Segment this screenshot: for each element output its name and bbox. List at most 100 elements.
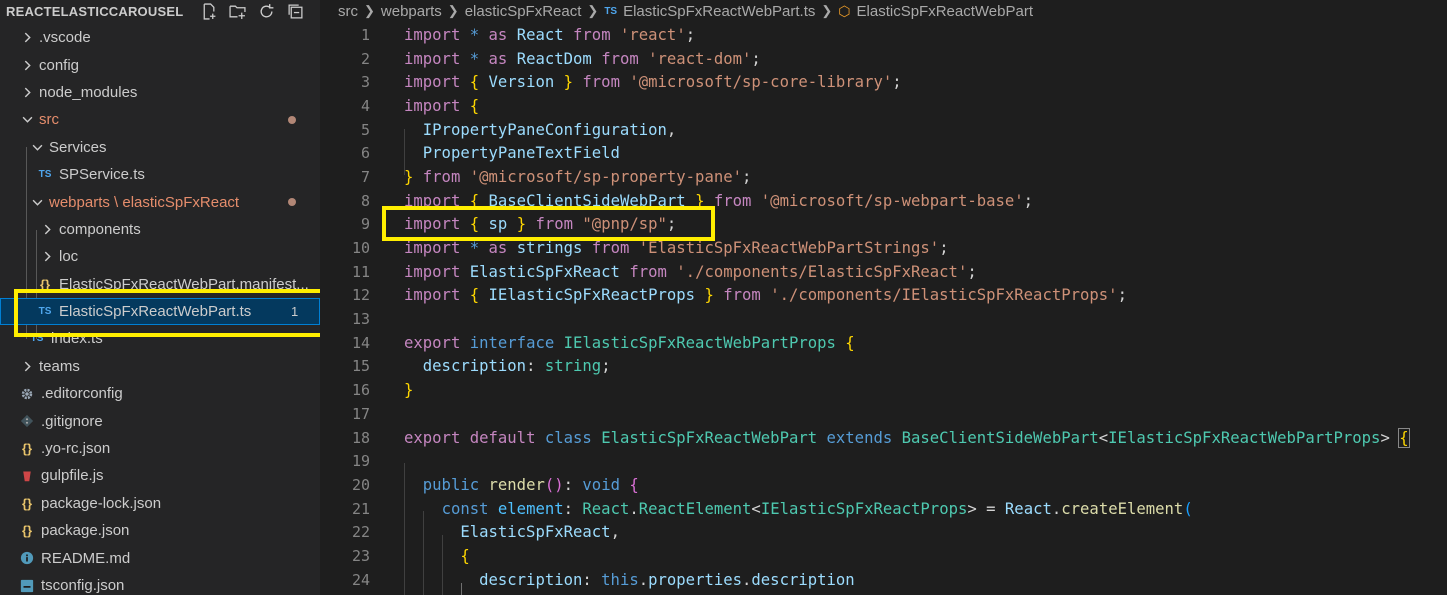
code-text: ElasticSpFxReact,: [460, 523, 620, 542]
tree-item-readme[interactable]: README.md: [0, 544, 320, 571]
tree-item-yo-rc[interactable]: {} .yo-rc.json: [0, 435, 320, 462]
tree-item-label: README.md: [41, 549, 131, 567]
typescript-file-icon: TS: [604, 5, 618, 17]
code-line: 12 import { IElasticSpFxReactProps } fro…: [320, 284, 1447, 308]
tree-item-teams[interactable]: teams: [0, 353, 320, 380]
tree-item-tsconfig[interactable]: tsconfig.json: [0, 572, 320, 595]
tree-item-components[interactable]: components: [0, 216, 320, 243]
code-text: import { sp } from "@pnp/sp";: [404, 215, 677, 234]
tree-item-webparts[interactable]: webparts \ elasticSpFxReact: [0, 188, 320, 215]
tree-item-gulpfile[interactable]: gulpfile.js: [0, 462, 320, 489]
chevron-right-icon: [20, 60, 34, 71]
breadcrumb-class[interactable]: ElasticSpFxReactWebPart: [857, 3, 1033, 20]
tree-item-webpart-ts[interactable]: TS ElasticSpFxReactWebPart.ts 1: [0, 297, 320, 326]
tree-item-vscode[interactable]: .vscode: [0, 24, 320, 51]
code-text: description: this.properties.description: [479, 570, 855, 589]
line-number: 15: [351, 357, 370, 376]
tree-item-label: ElasticSpFxReactWebPart.manifest...: [59, 275, 309, 293]
code-line: 4 import {: [320, 94, 1447, 118]
tree-item-package-json[interactable]: {} package.json: [0, 517, 320, 544]
new-folder-icon[interactable]: [227, 1, 247, 21]
code-editor: src ❯ webparts ❯ elasticSpFxReact ❯ TS E…: [320, 0, 1447, 595]
code-line: 8 import { BaseClientSideWebPart } from …: [320, 189, 1447, 213]
code-line: 19: [320, 449, 1447, 473]
json-file-icon: {}: [39, 276, 51, 292]
tree-item-config[interactable]: config: [0, 51, 320, 78]
line-number: 13: [351, 310, 370, 329]
code-area[interactable]: 1 import * as React from 'react'; 2 impo…: [320, 23, 1447, 595]
code-text: }: [404, 381, 414, 400]
line-number: 11: [351, 262, 370, 281]
breadcrumb-src[interactable]: src: [338, 3, 358, 20]
code-line: 24 description: this.properties.descript…: [320, 568, 1447, 592]
line-number: 23: [351, 546, 370, 565]
tree-item-label: src: [39, 111, 59, 129]
new-file-icon[interactable]: [198, 1, 218, 21]
code-line: 9 import { sp } from "@pnp/sp";: [320, 213, 1447, 237]
breadcrumb-file[interactable]: ElasticSpFxReactWebPart.ts: [623, 3, 815, 20]
line-number: 20: [351, 475, 370, 494]
tsconfig-icon: [18, 579, 36, 593]
tree-item-loc[interactable]: loc: [0, 243, 320, 270]
code-text: } from '@microsoft/sp-property-pane';: [404, 167, 752, 186]
tree-item-node-modules[interactable]: node_modules: [0, 79, 320, 106]
breadcrumb: src ❯ webparts ❯ elasticSpFxReact ❯ TS E…: [320, 0, 1447, 22]
gulp-icon: [18, 468, 36, 484]
collapse-all-icon[interactable]: [285, 1, 305, 21]
code-line: 5 IPropertyPaneConfiguration,: [320, 118, 1447, 142]
tree-item-gitignore[interactable]: .gitignore: [0, 407, 320, 434]
code-line: 20 public render(): void {: [320, 473, 1447, 497]
tree-item-label: tsconfig.json: [41, 577, 125, 594]
tree-item-index-ts[interactable]: TS index.ts: [0, 325, 320, 352]
explorer-actions: [198, 1, 305, 21]
tree-item-manifest[interactable]: {} ElasticSpFxReactWebPart.manifest...: [0, 271, 320, 298]
chevron-right-icon: ❯: [821, 3, 833, 18]
code-text: import * as ReactDom from 'react-dom';: [404, 49, 761, 68]
tree-item-label: package-lock.json: [41, 494, 162, 512]
gear-icon: [18, 387, 36, 401]
code-text: IPropertyPaneConfiguration,: [422, 120, 677, 139]
tree-item-label: SPService.ts: [59, 166, 145, 184]
line-number: 16: [351, 381, 370, 400]
line-number: 3: [360, 73, 370, 92]
code-text: import {: [404, 96, 480, 115]
code-text: PropertyPaneTextField: [422, 144, 620, 163]
tree-item-spservice[interactable]: TS SPService.ts: [0, 161, 320, 188]
code-text: import ElasticSpFxReact from './componen…: [404, 262, 977, 281]
explorer-title: REACTELASTICCAROUSEL: [6, 3, 184, 19]
tree-item-label: components: [59, 220, 141, 238]
line-number: 8: [360, 191, 370, 210]
code-text: description: string;: [422, 357, 611, 376]
tree-item-services[interactable]: Services: [0, 134, 320, 161]
chevron-right-icon: ❯: [587, 3, 599, 18]
tree-item-label: .vscode: [39, 29, 91, 47]
code-line: 18 export default class ElasticSpFxReact…: [320, 426, 1447, 450]
tree-item-label: ElasticSpFxReactWebPart.ts: [59, 303, 252, 321]
breadcrumb-elasticspfxreact[interactable]: elasticSpFxReact: [465, 3, 582, 20]
code-text: import { Version } from '@microsoft/sp-c…: [404, 73, 902, 92]
chevron-right-icon: ❯: [447, 3, 459, 18]
breadcrumb-webparts[interactable]: webparts: [381, 3, 442, 20]
tree-item-package-lock[interactable]: {} package-lock.json: [0, 490, 320, 517]
chevron-right-icon: [20, 361, 34, 372]
tree-item-src[interactable]: src: [0, 106, 320, 133]
json-file-icon: {}: [21, 441, 33, 457]
class-symbol-icon: ⬡: [838, 2, 851, 19]
tree-item-label: .yo-rc.json: [41, 440, 111, 458]
code-line: 17: [320, 402, 1447, 426]
code-text: import { BaseClientSideWebPart } from '@…: [404, 191, 1034, 210]
code-line: 15 description: string;: [320, 355, 1447, 379]
problem-count-badge: 1: [291, 303, 299, 319]
chevron-down-icon: [20, 114, 34, 125]
code-line: 21 const element: React.ReactElement<IEl…: [320, 497, 1447, 521]
chevron-right-icon: [40, 251, 54, 262]
tree-item-label: index.ts: [51, 330, 103, 348]
line-number: 18: [351, 428, 370, 447]
tree-item-editorconfig[interactable]: .editorconfig: [0, 380, 320, 407]
typescript-file-icon: TS: [30, 333, 44, 345]
refresh-icon[interactable]: [256, 1, 276, 21]
line-number: 10: [351, 239, 370, 258]
line-number: 5: [360, 120, 370, 139]
file-tree: .vscode config node_modules src Services…: [0, 24, 320, 595]
json-file-icon: {}: [21, 523, 33, 539]
